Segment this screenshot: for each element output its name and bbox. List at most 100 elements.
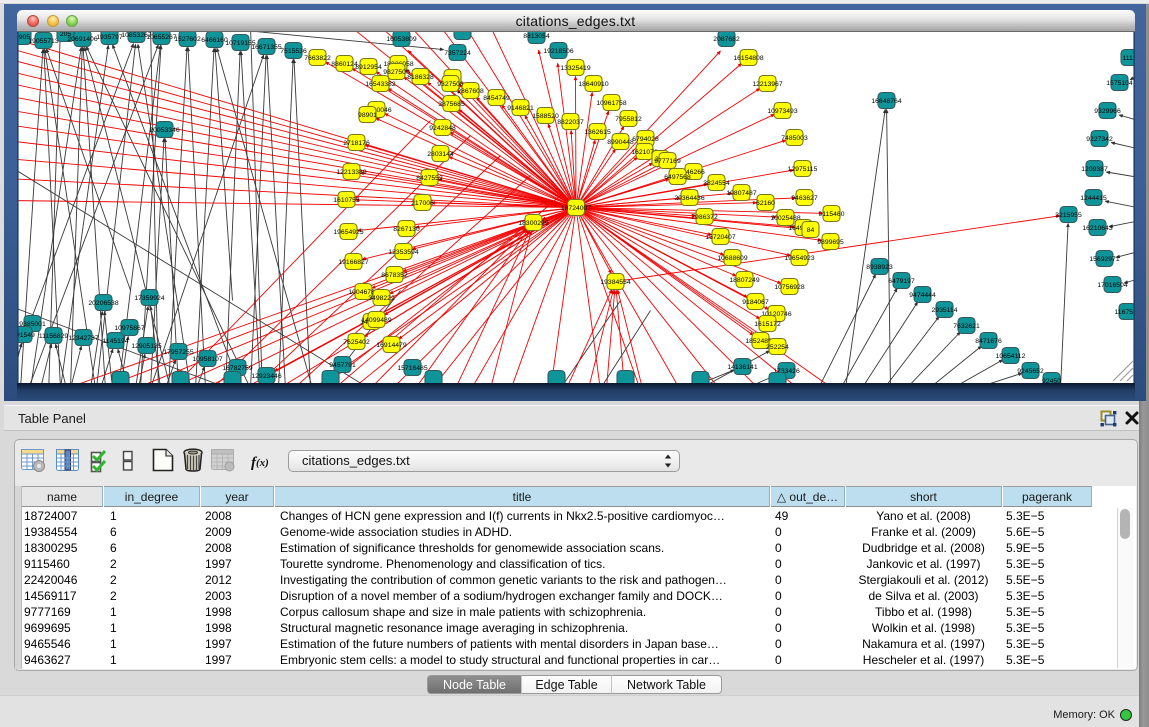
svg-text:2718176: 2718176 — [343, 140, 370, 147]
svg-text:8990448: 8990448 — [607, 139, 634, 146]
svg-text:6497568: 6497568 — [664, 174, 691, 181]
svg-text:20691406: 20691406 — [67, 36, 97, 43]
svg-text:1145194: 1145194 — [102, 338, 128, 345]
svg-text:391549: 391549 — [17, 332, 35, 339]
svg-text:9827500: 9827500 — [383, 69, 410, 76]
svg-text:12923446: 12923446 — [251, 373, 281, 380]
svg-text:19055713: 19055713 — [28, 38, 58, 45]
svg-text:19166827: 19166827 — [338, 259, 368, 266]
svg-text:1244415: 1244415 — [1080, 195, 1107, 202]
svg-text:62160: 62160 — [756, 200, 775, 207]
svg-text:(x): (x) — [256, 457, 269, 469]
svg-text:10756928: 10756928 — [774, 284, 804, 291]
svg-text:2935114: 2935114 — [931, 307, 957, 314]
svg-text:252254: 252254 — [766, 344, 789, 351]
svg-text:9899695: 9899695 — [817, 239, 844, 246]
svg-text:15720407: 15720407 — [705, 234, 735, 241]
svg-text:10807487: 10807487 — [726, 190, 756, 197]
svg-text:9474444: 9474444 — [909, 292, 936, 299]
svg-text:12213389: 12213389 — [336, 169, 366, 176]
svg-text:11156829: 11156829 — [38, 333, 67, 340]
svg-text:17016504: 17016504 — [1097, 282, 1127, 289]
svg-text:8938923: 8938923 — [866, 264, 893, 271]
svg-text:19384554: 19384554 — [600, 279, 630, 286]
svg-text:16648764: 16648764 — [871, 98, 901, 105]
svg-text:16210643: 16210643 — [1082, 225, 1112, 232]
svg-text:17359924: 17359924 — [134, 295, 164, 302]
svg-text:9457791: 9457791 — [329, 362, 356, 369]
svg-text:3875685: 3875685 — [438, 101, 465, 108]
svg-text:14099489: 14099489 — [361, 317, 391, 324]
svg-text:10961758: 10961758 — [596, 100, 626, 107]
svg-text:9777169: 9777169 — [654, 158, 681, 165]
svg-text:9184067: 9184067 — [742, 299, 769, 306]
svg-text:20206538: 20206538 — [88, 300, 118, 307]
svg-text:1527602: 1527602 — [174, 36, 201, 43]
svg-text:18640910: 18640910 — [578, 81, 608, 88]
svg-text:7632621: 7632621 — [953, 323, 980, 330]
svg-text:9245652: 9245652 — [1017, 368, 1044, 375]
svg-text:6466160: 6466160 — [201, 37, 228, 44]
svg-text:7986372: 7986372 — [691, 214, 718, 221]
svg-text:10688609: 10688609 — [717, 255, 747, 262]
svg-text:1615172: 1615172 — [754, 321, 781, 328]
svg-text:8860124: 8860124 — [331, 61, 358, 68]
svg-text:16154808: 16154808 — [733, 55, 763, 62]
svg-text:9329966: 9329966 — [1094, 108, 1121, 115]
svg-text:6794028: 6794028 — [632, 136, 659, 143]
svg-text:7515536: 7515536 — [280, 48, 307, 55]
svg-text:1935797: 1935797 — [96, 34, 123, 41]
svg-text:10655267: 10655267 — [146, 34, 176, 41]
svg-text:12353594: 12353594 — [388, 249, 418, 256]
svg-text:10973493: 10973493 — [767, 108, 797, 115]
svg-text:10958107: 10958107 — [192, 356, 222, 363]
svg-text:16671355: 16671355 — [251, 44, 281, 51]
svg-text:9227342: 9227342 — [1086, 136, 1113, 143]
svg-text:8813054: 8813054 — [523, 33, 550, 40]
svg-text:7625402: 7625402 — [343, 339, 370, 346]
svg-text:8454749: 8454749 — [483, 95, 510, 102]
svg-text:217006: 217006 — [411, 200, 434, 207]
svg-text:9463627: 9463627 — [791, 195, 818, 202]
svg-text:8822037: 8822037 — [557, 119, 584, 126]
svg-text:12213967: 12213967 — [752, 81, 782, 88]
svg-text:2087682: 2087682 — [713, 36, 740, 43]
svg-text:2867608: 2867608 — [457, 88, 484, 95]
svg-text:1362615: 1362615 — [584, 129, 611, 136]
svg-text:3498222: 3498222 — [368, 295, 395, 302]
svg-text:84: 84 — [806, 227, 814, 234]
svg-text:8471676: 8471676 — [975, 338, 1002, 345]
svg-text:8427552: 8427552 — [416, 175, 443, 182]
svg-text:1112: 1112 — [1122, 55, 1135, 62]
svg-text:1209387: 1209387 — [1081, 166, 1108, 173]
svg-text:12342737: 12342737 — [68, 335, 98, 342]
svg-text:1610755: 1610755 — [333, 197, 360, 204]
svg-text:15716485: 15716485 — [397, 365, 427, 372]
svg-text:18300295: 18300295 — [518, 220, 548, 227]
svg-text:9242848: 9242848 — [429, 125, 456, 132]
svg-text:16914479: 16914479 — [376, 342, 406, 349]
svg-text:7663822: 7663822 — [304, 55, 331, 62]
svg-text:9146821: 9146821 — [507, 105, 534, 112]
svg-text:9115460: 9115460 — [818, 211, 844, 218]
svg-text:8267130: 8267130 — [393, 226, 420, 233]
svg-text:8912954: 8912954 — [355, 64, 382, 71]
svg-text:98901: 98901 — [358, 112, 377, 119]
svg-text:16543382: 16543382 — [365, 81, 395, 88]
svg-text:8678352: 8678352 — [381, 272, 408, 279]
svg-text:3824554: 3824554 — [703, 180, 730, 187]
svg-text:6479197: 6479197 — [888, 278, 915, 285]
svg-text:9327508: 9327508 — [437, 81, 464, 88]
svg-text:3215955: 3215955 — [1055, 212, 1082, 219]
svg-text:2803144: 2803144 — [427, 151, 454, 158]
svg-text:8186328: 8186328 — [407, 74, 434, 81]
svg-text:20364436: 20364436 — [674, 195, 704, 202]
svg-text:18807249: 18807249 — [729, 277, 759, 284]
svg-text:10654112: 10654112 — [995, 353, 1025, 360]
svg-text:17957255: 17957255 — [163, 349, 193, 356]
svg-text:13325419: 13325419 — [560, 65, 590, 72]
svg-text:7357224: 7357224 — [444, 50, 471, 57]
svg-text:16053809: 16053809 — [386, 36, 416, 43]
svg-text:1575104: 1575104 — [1106, 80, 1133, 87]
svg-text:7955812: 7955812 — [615, 116, 642, 123]
